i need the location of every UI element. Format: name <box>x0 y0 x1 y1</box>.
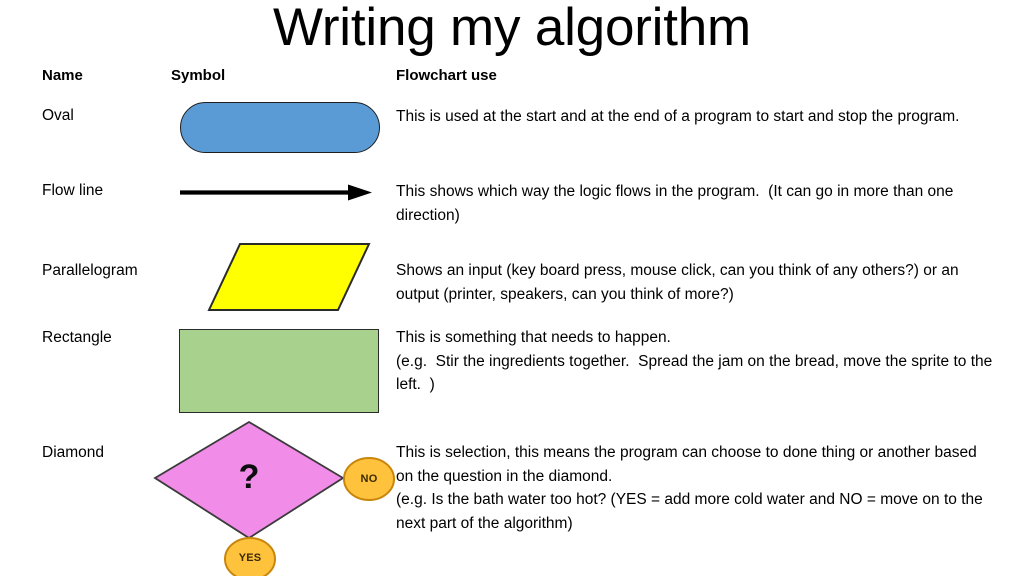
row-label-flow-line: Flow line <box>42 182 104 199</box>
rectangle-symbol-icon <box>179 329 379 413</box>
branch-label-no: NO <box>360 473 378 485</box>
diamond-question-mark-label: ? <box>238 458 260 496</box>
row-description-diamond: This is selection, this means the progra… <box>396 444 983 532</box>
branch-label-yes: YES <box>238 552 262 564</box>
row-label-parallelogram: Parallelogram <box>42 262 138 279</box>
column-header-name: Name <box>42 67 83 84</box>
row-label-diamond: Diamond <box>42 444 105 461</box>
oval-symbol-icon <box>180 102 380 153</box>
slide-canvas: Writing my algorithm Name Symbol Flowcha… <box>0 0 1024 576</box>
flow-line-arrow-icon <box>178 177 374 209</box>
row-label-rectangle: Rectangle <box>42 329 112 346</box>
row-description-flow-line: This shows which way the logic flows in … <box>396 183 958 224</box>
row-description-rectangle: This is something that needs to happen. … <box>396 329 993 393</box>
row-description-oval: This is used at the start and at the end… <box>396 108 960 125</box>
column-header-symbol: Symbol <box>171 67 226 84</box>
column-header-flowchart-use: Flowchart use <box>396 67 497 84</box>
row-label-oval: Oval <box>42 107 74 124</box>
diamond-symbol-icon <box>145 412 410 576</box>
page-title: Writing my algorithm <box>272 0 752 57</box>
parallelogram-symbol-icon <box>165 238 380 318</box>
row-description-parallelogram: Shows an input (key board press, mouse c… <box>396 262 963 303</box>
